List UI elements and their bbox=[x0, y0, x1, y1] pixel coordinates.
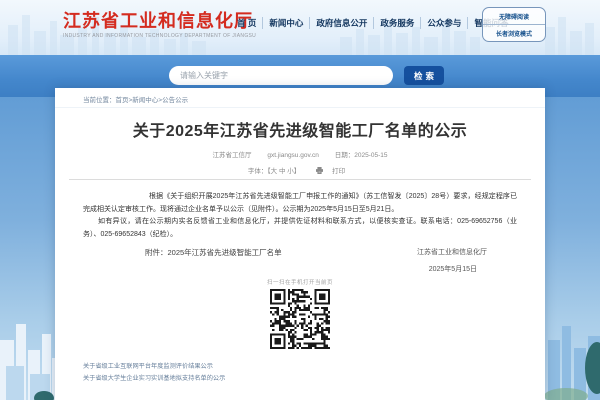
nav-home[interactable]: 首 页 bbox=[231, 17, 262, 29]
font-size-control[interactable]: 字体：【大 中 小】 bbox=[248, 168, 300, 175]
paragraph-2: 如有异议，请在公示期内实名反馈省工业和信息化厅，并提供佐证材料和联系方式，以便核… bbox=[83, 218, 517, 238]
qr-code bbox=[265, 287, 335, 351]
main-nav: 首 页 新闻中心 政府信息公开 政务服务 公众参与 智能问答 bbox=[231, 17, 514, 29]
article-toolbar: 字体：【大 中 小】 打印 bbox=[55, 165, 545, 175]
print-label: 打印 bbox=[332, 168, 346, 175]
article-site: gxt.jiangsu.gov.cn bbox=[267, 152, 319, 159]
breadcrumb-path[interactable]: 首页>新闻中心>公告公示 bbox=[116, 97, 189, 104]
site-logo[interactable]: 江苏省工业和信息化厅 INDUSTRY AND INFORMATION TECH… bbox=[63, 11, 256, 39]
paragraph-1: 根据《关于组织开展2025年江苏省先进级智能工厂申报工作的通知》（苏工信智发〔2… bbox=[83, 193, 517, 213]
related-link-1[interactable]: 关于省级工业互联网平台年度监测评价结果公示 bbox=[83, 361, 225, 373]
breadcrumb-divider bbox=[55, 107, 545, 108]
article-title: 关于2025年江苏省先进级智能工厂名单的公示 bbox=[132, 123, 468, 140]
accessibility-box: 无障碍阅读 长者浏览模式 bbox=[482, 7, 546, 42]
nav-news[interactable]: 新闻中心 bbox=[262, 17, 309, 29]
related-link-2[interactable]: 关于省级大学生企业实习实训基地拟支持名单的公示 bbox=[83, 373, 225, 385]
barrier-free-button[interactable]: 无障碍阅读 bbox=[483, 8, 545, 24]
print-button[interactable]: 打印 bbox=[316, 167, 352, 175]
search-button[interactable]: 检索 bbox=[404, 66, 444, 85]
search-input[interactable] bbox=[169, 66, 393, 85]
elder-mode-button[interactable]: 长者浏览模式 bbox=[483, 24, 545, 41]
site-title: 江苏省工业和信息化厅 bbox=[63, 11, 253, 31]
qr-caption: 扫一扫在手机打开当前页 bbox=[266, 280, 333, 286]
nav-services[interactable]: 政务服务 bbox=[373, 17, 420, 29]
breadcrumb-label: 当前位置： bbox=[83, 97, 116, 104]
nav-participation[interactable]: 公众参与 bbox=[420, 17, 467, 29]
header-bar: 江苏省工业和信息化厅 INDUSTRY AND INFORMATION TECH… bbox=[0, 0, 600, 55]
article-date: 日期：2025-05-15 bbox=[334, 152, 388, 159]
related-links: 关于省级工业互联网平台年度监测评价结果公示 关于省级大学生企业实习实训基地拟支持… bbox=[83, 361, 225, 385]
signature-date: 2025年5月15日 bbox=[428, 266, 477, 273]
nav-gov-info[interactable]: 政府信息公开 bbox=[309, 17, 373, 29]
site-title-en: INDUSTRY AND INFORMATION TECHNOLOGY DEPA… bbox=[63, 33, 257, 39]
content-panel: 当前位置：首页>新闻中心>公告公示 关于2025年江苏省先进级智能工厂名单的公示… bbox=[55, 88, 545, 400]
article-meta: 江苏省工信厅 gxt.jiangsu.gov.cn 日期：2025-05-15 bbox=[55, 149, 545, 159]
breadcrumb: 当前位置：首页>新闻中心>公告公示 bbox=[83, 94, 188, 104]
article-source: 江苏省工信厅 bbox=[212, 152, 252, 159]
printer-icon bbox=[316, 167, 324, 174]
signature-org: 江苏省工业和信息化厅 bbox=[417, 249, 487, 256]
meta-divider bbox=[69, 179, 531, 180]
